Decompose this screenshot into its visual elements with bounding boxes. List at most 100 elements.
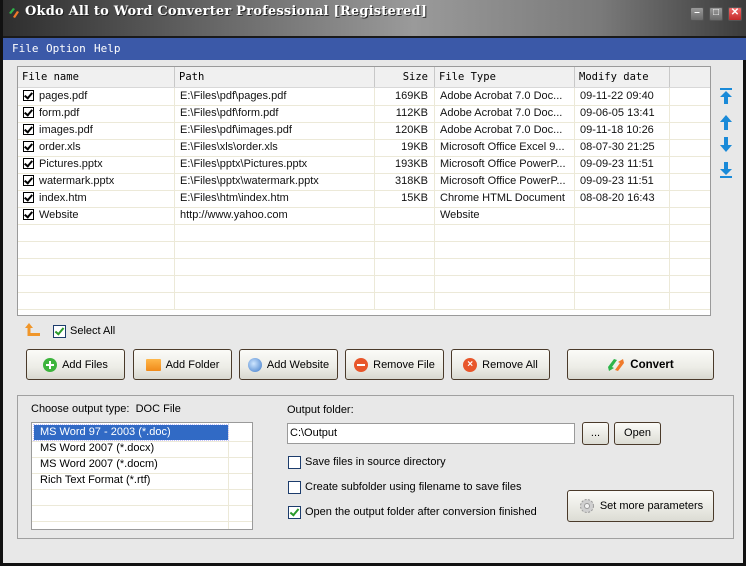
path-cell: E:\Files\pptx\Pictures.pptx [175, 156, 375, 173]
table-row[interactable]: Pictures.pptx E:\Files\pptx\Pictures.pptx… [18, 156, 710, 174]
column-header-size[interactable]: Size [375, 67, 435, 87]
empty-cell [575, 241, 670, 258]
empty-cell [435, 275, 575, 292]
extra-cell [670, 173, 710, 190]
maximize-button[interactable]: □ [709, 7, 723, 21]
empty-cell [435, 292, 575, 309]
open-output-folder-label[interactable]: Open the output folder after conversion … [305, 506, 537, 518]
table-row-empty [18, 275, 710, 293]
modify-date-cell: 09-09-23 11:51 [575, 173, 670, 190]
row-checkbox[interactable] [23, 124, 34, 135]
table-row[interactable]: watermark.pptx E:\Files\pptx\watermark.pp… [18, 173, 710, 191]
row-checkbox[interactable] [23, 192, 34, 203]
size-cell: 112KB [375, 105, 435, 122]
set-more-parameters-button[interactable]: Set more parameters [567, 490, 714, 522]
output-type-option[interactable]: Rich Text Format (*.rtf) [32, 473, 252, 490]
add-website-button[interactable]: Add Website [239, 349, 338, 380]
save-in-source-label[interactable]: Save files in source directory [305, 456, 446, 468]
file-name-cell: Website [18, 207, 175, 224]
column-header-file-name[interactable]: File name [18, 67, 175, 87]
minimize-button[interactable]: – [690, 7, 704, 21]
move-top-icon[interactable] [718, 87, 734, 105]
empty-cell [575, 258, 670, 275]
extra-cell [670, 88, 710, 105]
extra-cell [670, 105, 710, 122]
table-row-empty [18, 224, 710, 242]
save-in-source-checkbox[interactable] [288, 456, 301, 469]
path-cell: E:\Files\xls\order.xls [175, 139, 375, 156]
extra-cell [670, 156, 710, 173]
file-type-cell: Website [435, 207, 575, 224]
add-files-button[interactable]: Add Files [26, 349, 125, 380]
column-header-path[interactable]: Path [175, 67, 375, 87]
output-type-empty-row [32, 505, 252, 522]
table-row[interactable]: Website http://www.yahoo.com Website [18, 207, 710, 225]
move-down-icon[interactable] [718, 136, 734, 154]
menu-help[interactable]: Help [94, 42, 121, 55]
output-type-list[interactable]: MS Word 97 - 2003 (*.doc) MS Word 2007 (*… [31, 422, 253, 530]
remove-all-button[interactable]: × Remove All [451, 349, 550, 380]
convert-label: Convert [630, 358, 674, 371]
remove-file-button[interactable]: Remove File [345, 349, 444, 380]
table-row[interactable]: pages.pdf E:\Files\pdf\pages.pdf 169KB Adob… [18, 88, 710, 106]
select-all-checkbox[interactable] [53, 325, 66, 338]
output-type-option[interactable]: MS Word 2007 (*.docx) [32, 441, 252, 458]
close-button[interactable]: ✕ [728, 7, 742, 21]
output-type-option-label: Rich Text Format (*.rtf) [40, 474, 151, 486]
size-cell: 120KB [375, 122, 435, 139]
add-folder-button[interactable]: Add Folder [133, 349, 232, 380]
empty-cell [575, 292, 670, 309]
row-checkbox[interactable] [23, 158, 34, 169]
create-subfolder-checkbox[interactable] [288, 481, 301, 494]
row-checkbox[interactable] [23, 209, 34, 220]
file-list-table[interactable]: File name Path Size File Type Modify dat… [17, 66, 711, 316]
add-folder-label: Add Folder [165, 358, 220, 371]
file-type-cell: Adobe Acrobat 7.0 Doc... [435, 122, 575, 139]
move-up-icon[interactable] [718, 113, 734, 131]
row-checkbox[interactable] [23, 90, 34, 101]
output-type-caption: Choose output type: [31, 403, 130, 415]
empty-cell [175, 258, 375, 275]
open-folder-button[interactable]: Open [614, 422, 661, 445]
menu-file[interactable]: File [12, 42, 39, 55]
table-row[interactable]: form.pdf E:\Files\pdf\form.pdf 112KB Adobe … [18, 105, 710, 123]
output-folder-input[interactable]: C:\Output [287, 423, 575, 444]
file-name-cell: form.pdf [18, 105, 175, 122]
output-type-option[interactable]: MS Word 97 - 2003 (*.doc) [32, 424, 252, 442]
go-up-folder-icon[interactable] [25, 323, 41, 337]
file-type-cell: Adobe Acrobat 7.0 Doc... [435, 88, 575, 105]
title-bar[interactable]: Okdo All to Word Converter Professional … [3, 0, 746, 38]
remove-all-icon: × [463, 357, 478, 372]
column-header-file-type[interactable]: File Type [435, 67, 575, 87]
empty-cell [175, 241, 375, 258]
table-row[interactable]: order.xls E:\Files\xls\order.xls 19KB Micro… [18, 139, 710, 157]
extra-cell [670, 190, 710, 207]
table-row[interactable]: index.htm E:\Files\htm\index.htm 15KB Chrom… [18, 190, 710, 208]
empty-cell [175, 275, 375, 292]
minimize-icon: – [694, 7, 700, 18]
menu-option[interactable]: Option [46, 42, 86, 55]
table-row-empty [18, 241, 710, 259]
row-checkbox[interactable] [23, 107, 34, 118]
output-type-option-label: MS Word 2007 (*.docx) [40, 442, 155, 454]
output-type-option[interactable]: MS Word 2007 (*.docm) [32, 457, 252, 474]
create-subfolder-label[interactable]: Create subfolder using filename to save … [305, 481, 521, 493]
row-checkbox[interactable] [23, 175, 34, 186]
empty-cell [435, 241, 575, 258]
row-checkbox[interactable] [23, 141, 34, 152]
move-bottom-icon[interactable] [718, 161, 734, 179]
convert-button[interactable]: Convert [567, 349, 714, 380]
remove-icon [354, 357, 369, 372]
empty-cell [670, 241, 710, 258]
modify-date-cell: 09-09-23 11:51 [575, 156, 670, 173]
select-all-label[interactable]: Select All [70, 325, 115, 337]
empty-cell [18, 224, 175, 241]
modify-date-cell: 09-06-05 13:41 [575, 105, 670, 122]
table-row[interactable]: images.pdf E:\Files\pdf\images.pdf 120KB Ad… [18, 122, 710, 140]
open-output-folder-checkbox[interactable] [288, 506, 301, 519]
browse-button[interactable]: ... [582, 422, 609, 445]
empty-cell [435, 258, 575, 275]
column-header-modify-date[interactable]: Modify date [575, 67, 670, 87]
table-row-empty [18, 292, 710, 310]
output-type-empty-row [32, 521, 252, 529]
